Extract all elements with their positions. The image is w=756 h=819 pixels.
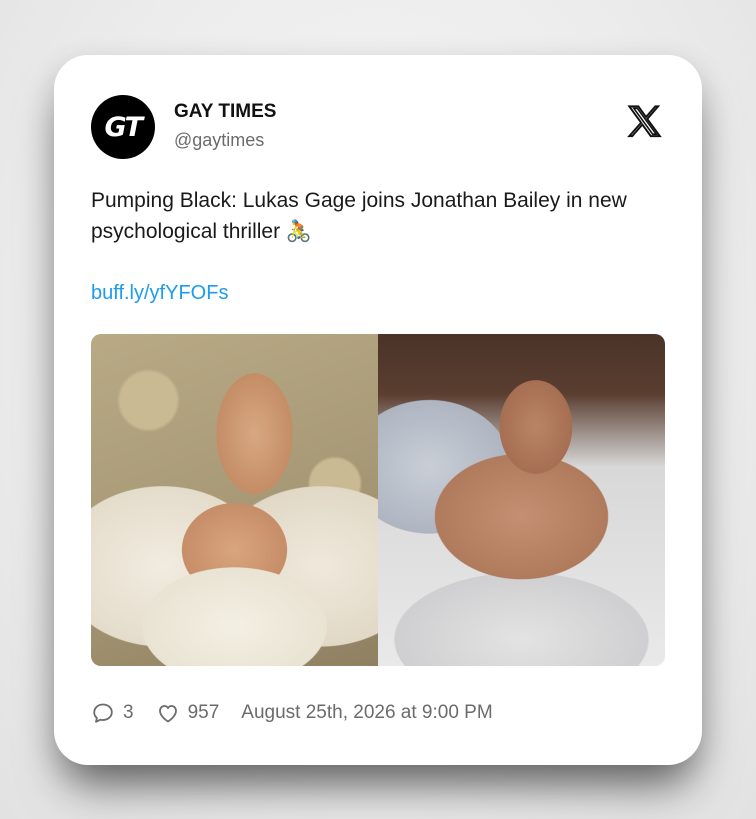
media-photo-right[interactable] (378, 334, 665, 666)
like-count: 957 (187, 702, 220, 723)
heart-icon[interactable] (156, 701, 180, 725)
tweet-media[interactable] (91, 334, 665, 666)
timestamp[interactable]: August 25th, 2026 at 9:00 PM (241, 702, 492, 724)
avatar-logo-text: GT (104, 111, 143, 143)
media-photo-left[interactable] (91, 334, 378, 666)
tweet-link[interactable]: buff.ly/yfYFOFs (91, 282, 228, 305)
tweet-stats: 3 957 August 25th, 2026 at 9:00 PM (91, 700, 493, 726)
account-name[interactable]: GAY TIMES (174, 101, 276, 123)
reply-icon[interactable] (91, 701, 115, 725)
tweet-card: GT GAY TIMES @gaytimes Pumping Black: Lu… (54, 55, 702, 765)
tweet-text: Pumping Black: Lukas Gage joins Jonathan… (91, 189, 627, 243)
account-handle[interactable]: @gaytimes (174, 130, 264, 151)
x-logo-icon[interactable] (624, 101, 666, 145)
avatar[interactable]: GT (91, 95, 155, 159)
reply-count: 3 (123, 702, 134, 723)
